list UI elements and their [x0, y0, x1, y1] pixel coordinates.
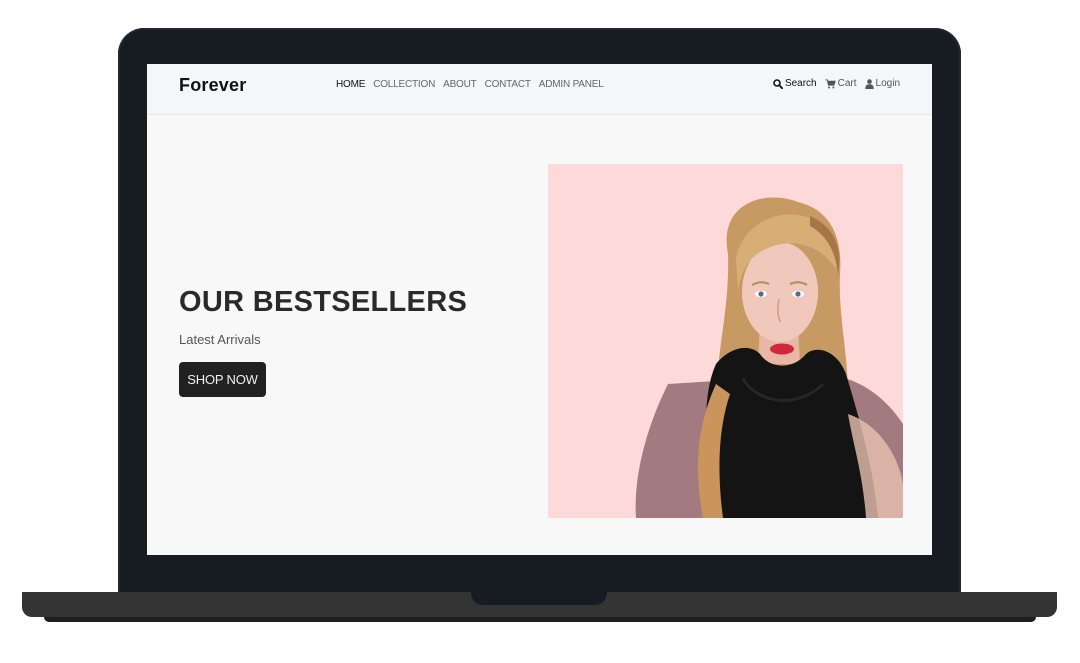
brand-logo[interactable]: Forever: [179, 75, 246, 96]
shop-now-button[interactable]: SHOP NOW: [179, 362, 266, 397]
hero-image: [548, 164, 903, 518]
navbar: Forever HOME COLLECTION ABOUT CONTACT AD…: [147, 64, 932, 115]
nav-links: HOME COLLECTION ABOUT CONTACT ADMIN PANE…: [336, 79, 604, 90]
laptop-notch: [471, 592, 607, 605]
nav-link-home[interactable]: HOME: [336, 79, 365, 90]
user-icon: [864, 78, 874, 89]
hero-title: OUR BESTSELLERS: [179, 286, 468, 318]
cart-label: Cart: [837, 78, 857, 89]
search-label: Search: [784, 78, 817, 89]
nav-link-collection[interactable]: COLLECTION: [373, 79, 435, 90]
nav-link-contact[interactable]: CONTACT: [485, 79, 531, 90]
model-illustration: [635, 197, 903, 518]
nav-link-admin-panel[interactable]: ADMIN PANEL: [539, 79, 604, 90]
search-button[interactable]: Search: [773, 78, 817, 89]
laptop-base-lip: [44, 617, 1036, 622]
login-button[interactable]: Login: [864, 78, 900, 89]
search-icon: [773, 78, 783, 89]
cart-icon: [825, 78, 836, 89]
hero-subtitle: Latest Arrivals: [179, 332, 261, 347]
nav-actions: Search Cart Login: [773, 78, 900, 89]
nav-link-about[interactable]: ABOUT: [443, 79, 477, 90]
cart-button[interactable]: Cart: [825, 78, 857, 89]
screen: Forever HOME COLLECTION ABOUT CONTACT AD…: [147, 64, 932, 555]
login-label: Login: [875, 78, 900, 89]
